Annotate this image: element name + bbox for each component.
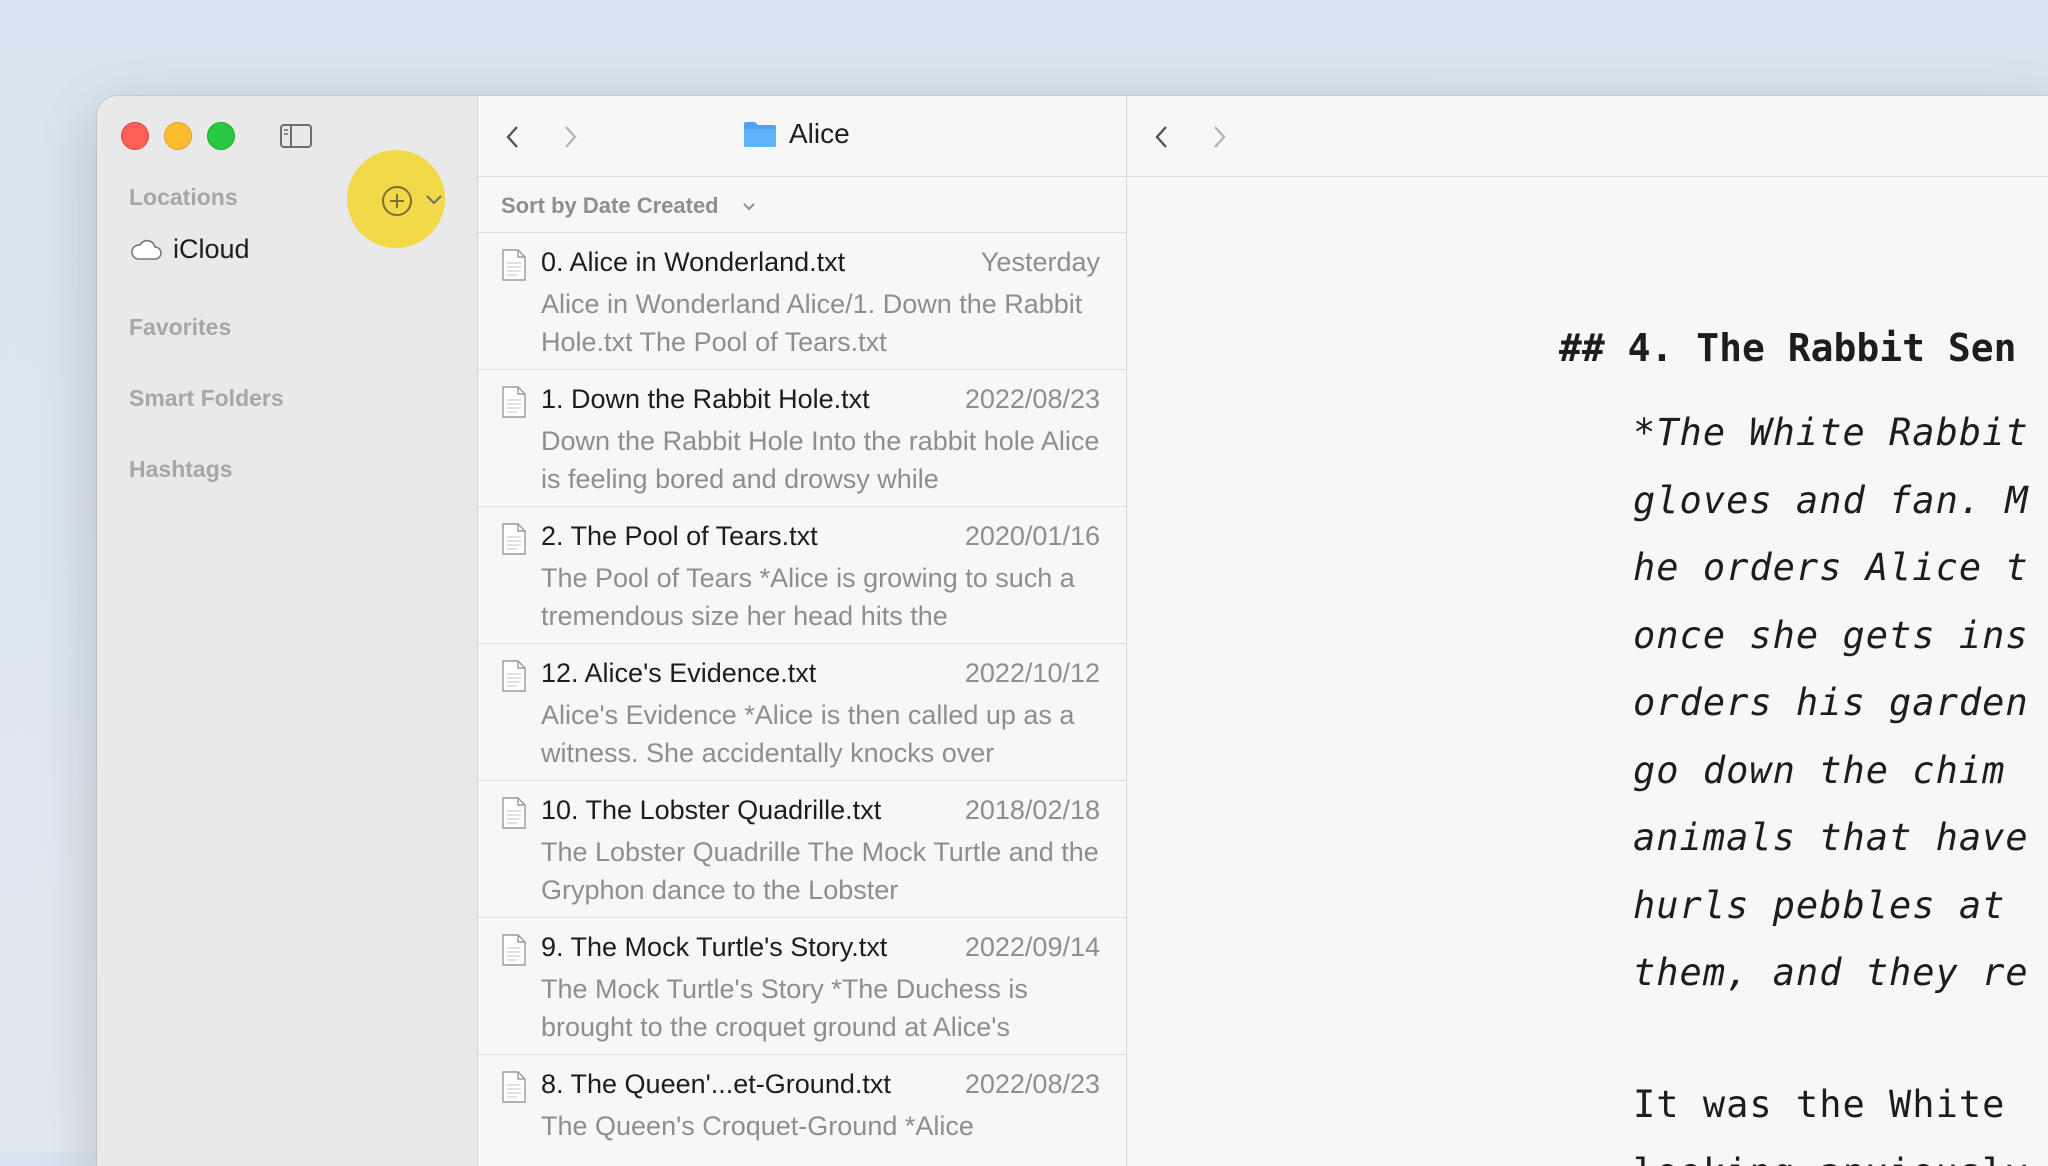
file-date: 2018/02/18 <box>964 795 1100 825</box>
file-preview: Alice's Evidence *Alice is then called u… <box>541 700 1075 768</box>
app-window: Locations iCloud Favorites Smart Folders… <box>97 96 2048 1166</box>
sidebar-toggle-icon[interactable] <box>280 124 312 148</box>
zoom-window-button[interactable] <box>207 122 235 150</box>
document-icon <box>502 934 526 966</box>
file-row[interactable]: 8. The Queen'...et-Ground.txt 2022/08/23… <box>478 1055 1126 1166</box>
document-icon <box>502 1071 526 1103</box>
editor-pane: ## 4. The Rabbit Sen *The White Rabbit g… <box>1127 96 2048 1166</box>
file-preview: The Mock Turtle's Story *The Duchess is … <box>541 974 1028 1042</box>
file-row[interactable]: 9. The Mock Turtle's Story.txt 2022/09/1… <box>478 918 1126 1055</box>
add-location-icon[interactable] <box>380 184 414 218</box>
file-title: 12. Alice's Evidence.txt <box>541 658 817 688</box>
file-date: 2022/09/14 <box>964 932 1100 962</box>
file-list-pane: Alice Sort by Date Created 0. Alice in W… <box>478 96 1127 1166</box>
file-preview: Alice in Wonderland Alice/1. Down the Ra… <box>541 289 1083 357</box>
file-title: 10. The Lobster Quadrille.txt <box>541 795 882 825</box>
file-title: 9. The Mock Turtle's Story.txt <box>541 932 888 962</box>
file-title: 2. The Pool of Tears.txt <box>541 521 818 551</box>
sidebar-item-label: iCloud <box>173 234 250 264</box>
document-editor[interactable]: ## 4. The Rabbit Sen *The White Rabbit g… <box>1127 176 2048 1166</box>
forward-icon[interactable] <box>557 122 583 152</box>
cloud-icon <box>131 239 162 260</box>
folder-icon <box>744 122 776 147</box>
file-list: 0. Alice in Wonderland.txt Yesterday Ali… <box>478 233 1126 1166</box>
editor-toolbar <box>1127 96 2048 177</box>
file-date: 2022/10/12 <box>964 658 1100 688</box>
file-preview: The Lobster Quadrille The Mock Turtle an… <box>541 837 1099 905</box>
file-row[interactable]: 2. The Pool of Tears.txt 2020/01/16 The … <box>478 507 1126 644</box>
forward-icon[interactable] <box>1206 122 1232 152</box>
document-icon <box>502 386 526 418</box>
sidebar-heading-favorites[interactable]: Favorites <box>129 314 231 341</box>
file-date: 2022/08/23 <box>964 1069 1100 1099</box>
sidebar-heading-smart-folders[interactable]: Smart Folders <box>129 385 284 412</box>
sort-bar[interactable]: Sort by Date Created <box>478 177 1126 233</box>
chevron-down-icon[interactable] <box>424 192 444 208</box>
list-toolbar: Alice <box>478 96 1126 177</box>
file-date: Yesterday <box>980 247 1100 277</box>
sidebar-heading-hashtags[interactable]: Hashtags <box>129 456 233 483</box>
document-icon <box>502 797 526 829</box>
folder-title-label: Alice <box>789 118 850 149</box>
document-icon <box>502 523 526 555</box>
file-date: 2020/01/16 <box>964 521 1100 551</box>
back-icon[interactable] <box>1149 122 1175 152</box>
file-row[interactable]: 1. Down the Rabbit Hole.txt 2022/08/23 D… <box>478 370 1126 507</box>
file-title: 0. Alice in Wonderland.txt <box>541 247 846 277</box>
document-icon <box>502 249 526 281</box>
file-title: 8. The Queen'...et-Ground.txt <box>541 1069 891 1099</box>
sidebar-heading-locations: Locations <box>129 184 238 210</box>
close-window-button[interactable] <box>121 122 149 150</box>
minimize-window-button[interactable] <box>164 122 192 150</box>
file-date: 2022/08/23 <box>964 384 1100 414</box>
file-row[interactable]: 0. Alice in Wonderland.txt Yesterday Ali… <box>478 233 1126 370</box>
back-icon[interactable] <box>500 122 526 152</box>
file-title: 1. Down the Rabbit Hole.txt <box>541 384 870 414</box>
document-icon <box>502 660 526 692</box>
document-italic-paragraph: *The White Rabbit gloves and fan. M he o… <box>1633 411 2029 994</box>
file-row[interactable]: 10. The Lobster Quadrille.txt 2018/02/18… <box>478 781 1126 918</box>
file-preview: The Pool of Tears *Alice is growing to s… <box>541 563 1075 631</box>
sidebar-item-icloud[interactable]: iCloud <box>129 234 250 265</box>
document-heading: ## 4. The Rabbit Sen <box>1559 326 2017 370</box>
file-preview: The Queen's Croquet-Ground *Alice <box>541 1111 974 1141</box>
file-preview: Down the Rabbit Hole Into the rabbit hol… <box>541 426 1100 494</box>
sidebar: Locations iCloud Favorites Smart Folders… <box>97 96 478 1166</box>
folder-title: Alice <box>743 118 850 150</box>
chevron-down-icon[interactable] <box>742 201 756 213</box>
file-row[interactable]: 12. Alice's Evidence.txt 2022/10/12 Alic… <box>478 644 1126 781</box>
sort-label[interactable]: Sort by Date Created <box>501 193 719 219</box>
